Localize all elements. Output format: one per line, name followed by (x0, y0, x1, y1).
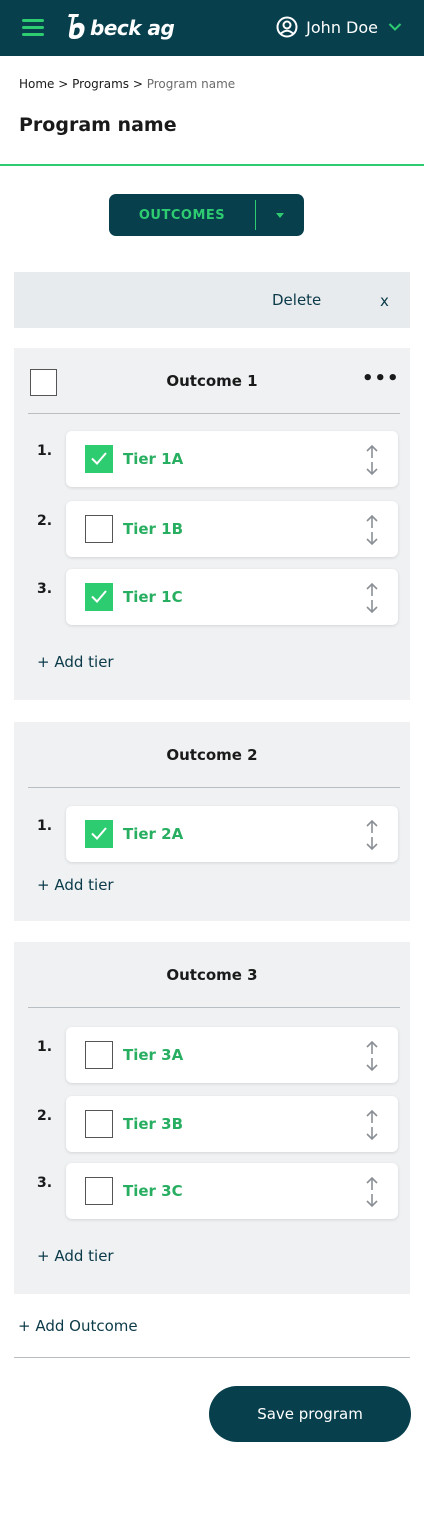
tier-checkbox[interactable] (85, 1110, 113, 1138)
selection-action-bar: Delete x (14, 272, 410, 328)
tier-checkbox[interactable] (85, 820, 113, 848)
tier-checkbox[interactable] (85, 1177, 113, 1205)
reorder-arrows-icon[interactable] (364, 582, 380, 614)
tier-row: 3. Tier 1C (14, 569, 410, 625)
add-tier-button[interactable]: + Add tier (37, 1247, 114, 1265)
tier-item[interactable]: Tier 3B (66, 1096, 398, 1152)
breadcrumb-programs[interactable]: Programs (72, 77, 129, 91)
view-selector-dropdown[interactable] (256, 194, 304, 236)
user-name: John Doe (306, 17, 378, 37)
logo-mark-icon (68, 14, 85, 39)
tier-item[interactable]: Tier 2A (66, 806, 398, 862)
reorder-arrows-icon[interactable] (364, 1040, 380, 1072)
close-selection-button[interactable]: x (380, 292, 389, 310)
tier-number: 2. (37, 513, 53, 529)
outcome-title: Outcome 3 (166, 966, 258, 984)
add-tier-button[interactable]: + Add tier (37, 653, 114, 671)
checkmark-icon (91, 590, 107, 603)
tier-item[interactable]: Tier 3A (66, 1027, 398, 1083)
tier-label: Tier 1B (123, 520, 184, 538)
hamburger-menu-icon[interactable] (22, 18, 44, 36)
outcome-card: Outcome 2 1. Tier 2A + Add tier (14, 722, 410, 921)
breadcrumb-home[interactable]: Home (19, 77, 54, 91)
user-circle-icon (276, 16, 298, 38)
outcome-divider (28, 413, 400, 414)
chevron-down-icon (388, 23, 402, 31)
tier-number: 2. (37, 1108, 53, 1124)
tier-label: Tier 1A (123, 450, 184, 468)
tier-label: Tier 2A (123, 825, 184, 843)
page-title: Program name (19, 114, 177, 136)
breadcrumb: Home > Programs > Program name (19, 77, 235, 91)
breadcrumb-separator: > (54, 77, 73, 91)
outcome-card: Outcome 3 1. Tier 3A 2. Tier 3B 3. Tier … (14, 942, 410, 1294)
save-program-button[interactable]: Save program (209, 1386, 411, 1442)
tier-label: Tier 3B (123, 1115, 184, 1133)
outcome-header: Outcome 2 (14, 722, 410, 788)
tier-item[interactable]: Tier 3C (66, 1163, 398, 1219)
more-options-icon[interactable]: ••• (362, 368, 400, 389)
reorder-arrows-icon[interactable] (364, 1176, 380, 1208)
title-divider (0, 164, 424, 166)
checkmark-icon (91, 827, 107, 840)
outcome-card: Outcome 1 ••• 1. Tier 1A 2. Tier 1B 3. T… (14, 348, 410, 700)
tier-row: 2. Tier 1B (14, 501, 410, 557)
add-tier-button[interactable]: + Add tier (37, 876, 114, 894)
outcome-divider (28, 1007, 400, 1008)
reorder-arrows-icon[interactable] (364, 514, 380, 546)
caret-down-icon (276, 212, 284, 218)
tier-item[interactable]: Tier 1C (66, 569, 398, 625)
tier-checkbox[interactable] (85, 1041, 113, 1069)
tier-row: 3. Tier 3C (14, 1163, 410, 1219)
tier-row: 1. Tier 3A (14, 1027, 410, 1083)
outcome-title: Outcome 2 (166, 746, 258, 764)
checkmark-icon (91, 452, 107, 465)
outcome-header: Outcome 3 (14, 942, 410, 1008)
tier-label: Tier 3C (123, 1182, 183, 1200)
outcome-divider (28, 787, 400, 788)
tier-checkbox[interactable] (85, 445, 113, 473)
tier-item[interactable]: Tier 1B (66, 501, 398, 557)
add-outcome-button[interactable]: + Add Outcome (18, 1317, 138, 1335)
tier-row: 2. Tier 3B (14, 1096, 410, 1152)
tier-number: 1. (37, 1039, 53, 1055)
view-selector-button[interactable]: OUTCOMES (109, 194, 304, 236)
reorder-arrows-icon[interactable] (364, 1109, 380, 1141)
outcome-header: Outcome 1 ••• (14, 348, 410, 414)
tier-number: 1. (37, 818, 53, 834)
tier-label: Tier 1C (123, 588, 183, 606)
reorder-arrows-icon[interactable] (364, 444, 380, 476)
tier-number: 1. (37, 443, 53, 459)
user-menu[interactable]: John Doe (276, 16, 402, 38)
logo[interactable]: beck ag (66, 12, 175, 44)
tier-label: Tier 3A (123, 1046, 184, 1064)
tier-number: 3. (37, 1175, 53, 1191)
tier-item[interactable]: Tier 1A (66, 431, 398, 487)
breadcrumb-current: Program name (146, 77, 236, 91)
logo-text: beck ag (90, 16, 175, 40)
footer-divider (14, 1357, 410, 1358)
tier-row: 1. Tier 2A (14, 806, 410, 862)
tier-number: 3. (37, 581, 53, 597)
outcome-title: Outcome 1 (166, 372, 258, 390)
reorder-arrows-icon[interactable] (364, 819, 380, 851)
view-selector-label[interactable]: OUTCOMES (109, 194, 255, 236)
tier-row: 1. Tier 1A (14, 431, 410, 487)
tier-checkbox[interactable] (85, 583, 113, 611)
delete-button[interactable]: Delete (272, 291, 321, 309)
top-app-bar: beck ag John Doe (0, 0, 424, 56)
tier-checkbox[interactable] (85, 515, 113, 543)
breadcrumb-separator: > (129, 77, 147, 91)
